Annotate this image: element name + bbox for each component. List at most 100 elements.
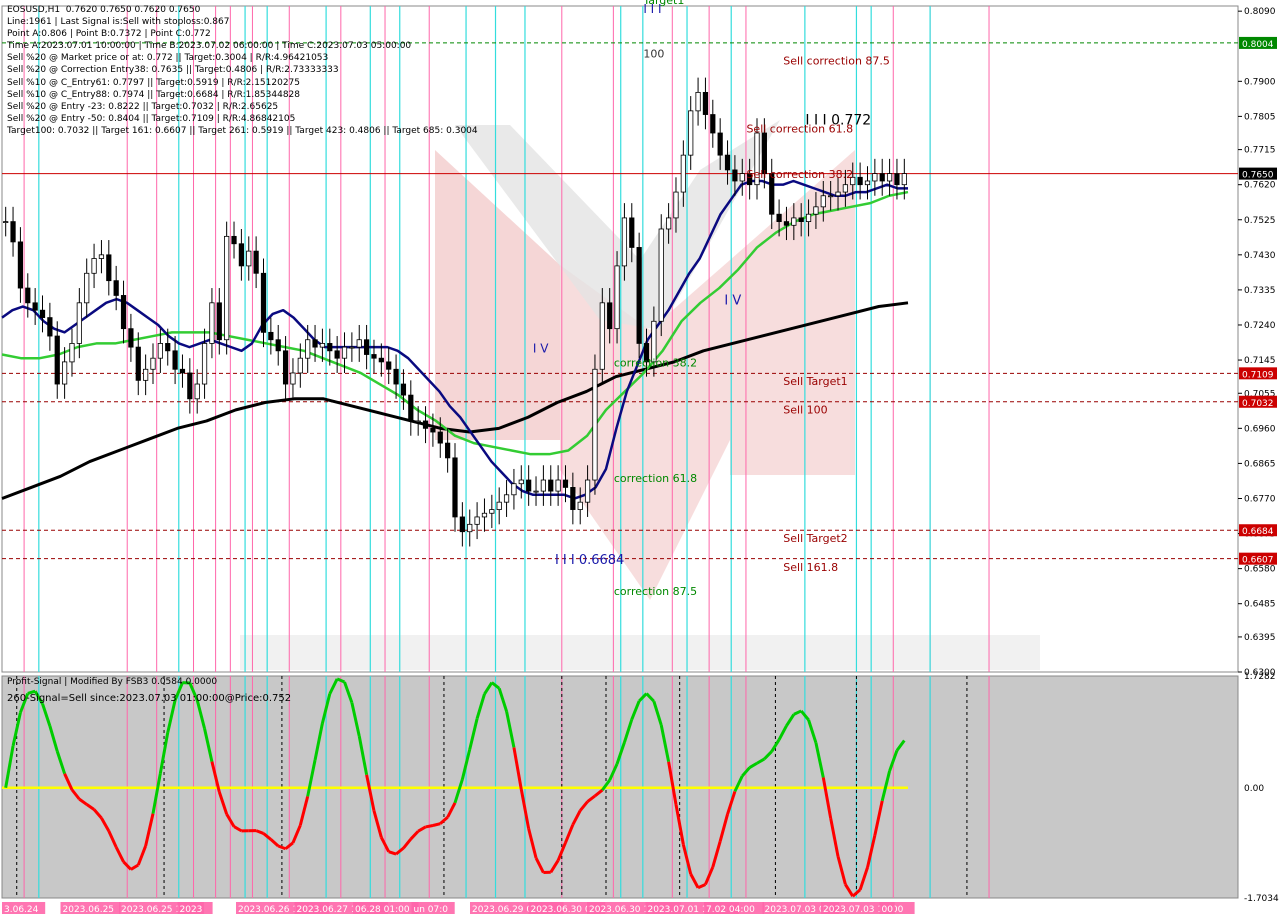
- candle-body: [158, 343, 162, 358]
- candle-body: [269, 332, 273, 339]
- candle-body: [887, 174, 891, 181]
- candle-body: [33, 303, 37, 310]
- candle-body: [534, 491, 538, 492]
- candle-body: [806, 214, 810, 221]
- indicator-tick-label: 0.00: [1244, 784, 1264, 794]
- candle-body: [239, 244, 243, 266]
- watermark-text-shape: [240, 635, 1040, 670]
- chart-annotation: correction 38.2: [614, 357, 697, 370]
- candle-body: [416, 421, 420, 422]
- indicator-tick-label: -1.7034: [1244, 894, 1279, 904]
- candle-body: [143, 369, 147, 380]
- candle-body: [372, 355, 376, 359]
- candle-body: [26, 288, 30, 303]
- signal-info-panel: EOSUSD,H1 0.7620 0.7650 0.7620 0.7650Lin…: [7, 4, 478, 137]
- candle-body: [843, 185, 847, 192]
- x-axis-label: 2023.06.30 00: [531, 905, 597, 915]
- candle-body: [84, 273, 88, 303]
- chart-annotation: 100: [643, 47, 664, 60]
- chart-annotation: correction 87.5: [614, 585, 697, 598]
- y-tick-label: 0.7430: [1244, 251, 1276, 261]
- candle-body: [858, 177, 862, 184]
- indicator-title: Profit-Signal | Modified By FSB3 0.0584 …: [7, 677, 217, 687]
- candle-body: [475, 517, 479, 524]
- candle-body: [637, 247, 641, 343]
- candle-body: [482, 513, 486, 517]
- candle-body: [468, 524, 472, 531]
- candle-body: [880, 174, 884, 181]
- indicator-tick-label: 1.7282: [1244, 672, 1276, 682]
- candle-body: [202, 343, 206, 384]
- candle-body: [873, 174, 877, 181]
- candle-body: [188, 373, 192, 399]
- candle-body: [445, 443, 449, 458]
- candle-body: [298, 358, 302, 373]
- x-axis-label: 00: [882, 905, 894, 915]
- candle-body: [180, 369, 184, 373]
- candle-body: [622, 218, 626, 266]
- candle-body: [320, 343, 324, 347]
- candle-body: [777, 214, 781, 221]
- candle-body: [607, 303, 611, 329]
- info-line: Time A:2023.07.01 10:00:00 | Time B:2023…: [7, 40, 478, 52]
- candle-body: [703, 92, 707, 114]
- candle-body: [364, 340, 368, 355]
- y-tick-label: 0.7900: [1244, 77, 1276, 87]
- price-badge-label: 0.6607: [1242, 556, 1274, 566]
- candle-body: [497, 502, 501, 509]
- y-tick-label: 0.7335: [1244, 286, 1276, 296]
- candle-body: [305, 340, 309, 358]
- x-axis-label: un 07:0: [414, 905, 449, 915]
- candle-body: [18, 242, 22, 288]
- candle-body: [11, 222, 15, 242]
- oscillator-segment: [433, 824, 440, 826]
- candle-body: [571, 487, 575, 509]
- candle-body: [696, 92, 700, 110]
- chart-annotation: I I I: [643, 2, 661, 16]
- candle-body: [563, 480, 567, 487]
- candle-body: [3, 222, 7, 223]
- candle-body: [895, 174, 899, 185]
- y-tick-label: 0.7620: [1244, 181, 1276, 191]
- chart-annotation: I V: [724, 294, 741, 309]
- candle-body: [733, 170, 737, 181]
- oscillator-segment: [426, 825, 433, 826]
- candle-body: [688, 111, 692, 155]
- candle-body: [92, 259, 96, 274]
- candle-body: [490, 510, 494, 514]
- info-line: Sell %20 @ Entry -50: 0.8404 || Target:0…: [7, 113, 478, 125]
- candle-body: [593, 369, 597, 480]
- candle-body: [77, 303, 81, 344]
- y-tick-label: 0.6485: [1244, 600, 1276, 610]
- y-tick-label: 0.6960: [1244, 424, 1276, 434]
- chart-annotation: Sell correction 87.5: [783, 54, 890, 67]
- candle-body: [585, 480, 589, 502]
- candle-body: [70, 343, 74, 361]
- candle-body: [512, 484, 516, 495]
- candle-body: [386, 362, 390, 369]
- price-badge-label: 0.6684: [1242, 527, 1274, 537]
- candle-body: [578, 502, 582, 509]
- candle-body: [666, 218, 670, 229]
- candle-body: [99, 255, 103, 259]
- chart-window: Target1I I I100Sell correction 87.5I I I…: [0, 0, 1280, 920]
- info-line: EOSUSD,H1 0.7620 0.7650 0.7620 0.7650: [7, 4, 478, 16]
- candle-body: [151, 358, 155, 369]
- candle-body: [328, 343, 332, 350]
- candle-body: [232, 236, 236, 243]
- x-axis-label: 3.06.24: [4, 905, 39, 915]
- candle-body: [711, 115, 715, 133]
- candle-body: [821, 196, 825, 207]
- candle-body: [836, 192, 840, 196]
- candle-body: [681, 155, 685, 192]
- chart-annotation: correction 61.8: [614, 472, 697, 485]
- chart-annotation: Sell correction 38.2: [746, 168, 853, 181]
- candle-body: [107, 255, 111, 281]
- candle-body: [40, 310, 44, 317]
- price-badge-label: 0.7109: [1242, 370, 1274, 380]
- info-line: Sell %20 @ Market price or at: 0.772 || …: [7, 52, 478, 64]
- indicator-signal-text: 260-Signal=Sell since:2023.07.03 01:00:0…: [7, 693, 291, 704]
- candle-body: [313, 340, 317, 347]
- y-tick-label: 0.7145: [1244, 356, 1276, 366]
- x-axis-label: 06.28 01:00: [355, 905, 410, 915]
